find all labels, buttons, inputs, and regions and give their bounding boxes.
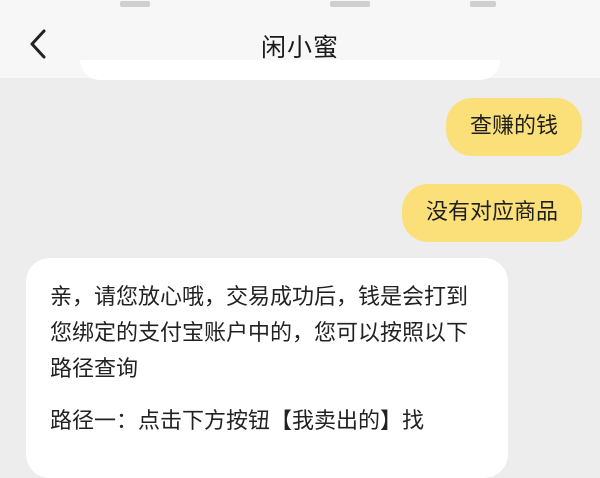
previous-message-bubble bbox=[80, 60, 500, 80]
status-bar bbox=[0, 0, 600, 12]
user-message-bubble[interactable]: 没有对应商品 bbox=[401, 184, 582, 242]
status-bar-fragment bbox=[330, 1, 370, 7]
bot-message-text: 亲，请您放心哦，交易成功后，钱是会打到您绑定的支付宝账户中的，您可以按照以下路径… bbox=[50, 285, 469, 382]
status-bar-fragment bbox=[120, 1, 150, 7]
status-bar-fragment bbox=[470, 1, 496, 7]
user-message-bubble[interactable]: 查赚的钱 bbox=[445, 98, 582, 156]
bot-message-bubble[interactable]: 亲，请您放心哦，交易成功后，钱是会打到您绑定的支付宝账户中的，您可以按照以下路径… bbox=[26, 258, 508, 478]
bot-message-text: 路径一：点击下方按钮【我卖出的】找 bbox=[50, 409, 425, 434]
chat-title: 闲小蜜 bbox=[260, 33, 339, 62]
